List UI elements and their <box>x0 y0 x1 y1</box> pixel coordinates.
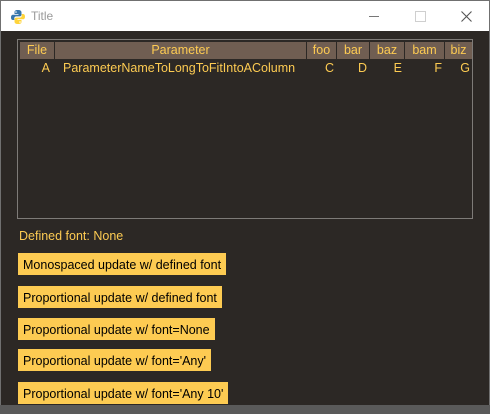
close-button[interactable] <box>443 1 489 31</box>
background-window-edge-bottom <box>0 405 490 414</box>
proportional-update-defined-font-button[interactable]: Proportional update w/ defined font <box>17 285 223 309</box>
maximize-icon <box>414 10 426 22</box>
python-icon <box>11 10 25 24</box>
app-window: Title File Parameter foo bar baz bam biz… <box>0 0 490 406</box>
proportional-update-font-any-button[interactable]: Proportional update w/ font='Any' <box>17 348 213 372</box>
minimize-icon <box>369 15 379 17</box>
table-cell-bar: D <box>357 61 367 75</box>
column-header-file[interactable]: File <box>20 42 55 59</box>
data-table[interactable]: File Parameter foo bar baz bam biz A Par… <box>17 39 473 219</box>
close-icon <box>460 10 472 22</box>
table-cell-parameter: ParameterNameToLongToFitIntoAColumn <box>63 61 296 75</box>
column-header-biz[interactable]: biz <box>445 42 472 59</box>
monospaced-update-button[interactable]: Monospaced update w/ defined font <box>17 252 228 276</box>
column-header-foo[interactable]: foo <box>307 42 337 59</box>
column-header-parameter[interactable]: Parameter <box>55 42 307 59</box>
table-cell-biz: G <box>460 61 470 75</box>
title-bar[interactable]: Title <box>1 1 489 31</box>
proportional-update-font-any-10-button[interactable]: Proportional update w/ font='Any 10' <box>17 381 230 405</box>
minimize-button[interactable] <box>351 1 397 31</box>
maximize-button[interactable] <box>397 1 443 31</box>
table-cell-bam: F <box>434 61 442 75</box>
table-cell-baz: E <box>393 61 402 75</box>
table-cell-file: A <box>41 61 50 75</box>
table-cell-foo: C <box>324 61 334 75</box>
proportional-update-font-none-button[interactable]: Proportional update w/ font=None <box>17 317 216 341</box>
defined-font-label: Defined font: None <box>19 229 124 243</box>
column-header-bam[interactable]: bam <box>405 42 445 59</box>
column-header-baz[interactable]: baz <box>370 42 405 59</box>
column-header-bar[interactable]: bar <box>337 42 370 59</box>
window-title: Title <box>31 9 54 23</box>
